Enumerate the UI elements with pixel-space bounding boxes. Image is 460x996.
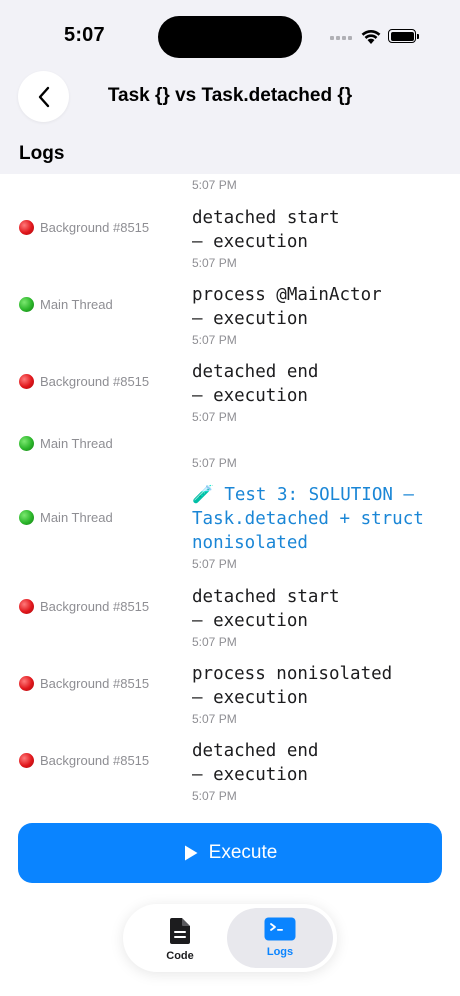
red-dot-icon — [19, 599, 34, 614]
log-message: process nonisolated — execution — [192, 664, 393, 708]
log-timestamp: 5:07 PM — [192, 410, 237, 424]
red-dot-icon — [19, 220, 34, 235]
red-dot-icon — [19, 753, 34, 768]
wifi-icon — [361, 29, 381, 44]
log-message: detached end — execution — [192, 741, 319, 785]
log-thread: Background #8515 — [19, 220, 149, 235]
log-timestamp: 5:07 PM — [192, 333, 237, 347]
tab-logs[interactable]: Logs — [227, 908, 333, 968]
log-timestamp: 5:07 PM — [192, 557, 237, 571]
status-time: 5:07 — [64, 24, 105, 46]
log-thread-label: Main Thread — [40, 436, 113, 451]
execute-button-label: Execute — [208, 842, 278, 863]
log-thread: Background #8515 — [19, 599, 149, 614]
play-icon — [184, 845, 198, 861]
back-button[interactable] — [18, 71, 69, 122]
log-thread-label: Main Thread — [40, 297, 113, 312]
page-title: Task {} vs Task.detached {} — [107, 85, 353, 106]
status-bar: 5:07 — [0, 0, 460, 70]
log-thread: Background #8515 — [19, 753, 149, 768]
tab-code-label: Code — [166, 950, 194, 962]
log-timestamp: 5:07 PM — [192, 178, 237, 192]
log-timestamp: 5:07 PM — [192, 456, 237, 470]
green-dot-icon — [19, 436, 34, 451]
log-timestamp: 5:07 PM — [192, 635, 237, 649]
log-message: 🧪 Test 3: SOLUTION — Task.detached + str… — [192, 485, 435, 553]
cellular-signal-icon — [330, 36, 352, 40]
log-timestamp: 5:07 PM — [192, 256, 237, 270]
log-thread: Main Thread — [19, 436, 113, 451]
log-thread: Main Thread — [19, 510, 113, 525]
log-timestamp: 5:07 PM — [192, 789, 237, 803]
log-message: detached start — execution — [192, 587, 340, 631]
log-list[interactable]: 5:07 PM Background #8515 detached start … — [0, 174, 460, 806]
log-thread-label: Background #8515 — [40, 753, 150, 768]
log-thread-label: Background #8515 — [40, 374, 150, 389]
green-dot-icon — [19, 297, 34, 312]
log-thread-label: Background #8515 — [40, 220, 150, 235]
log-thread-label: Background #8515 — [40, 676, 150, 691]
header-area: 5:07 Task {} vs Task.detached {} Logs — [0, 0, 460, 174]
log-thread-label: Main Thread — [40, 510, 113, 525]
document-icon — [170, 918, 190, 944]
red-dot-icon — [19, 374, 34, 389]
log-timestamp: 5:07 PM — [192, 712, 237, 726]
log-message: process @MainActor — execution — [192, 285, 382, 329]
execute-button[interactable]: Execute — [18, 823, 442, 883]
battery-icon — [388, 29, 419, 43]
tab-bar: Code Logs — [123, 904, 337, 972]
tab-code[interactable]: Code — [127, 908, 233, 968]
terminal-icon — [264, 917, 296, 941]
tab-logs-label: Logs — [266, 946, 294, 958]
red-dot-icon — [19, 676, 34, 691]
log-message: detached start — execution — [192, 208, 340, 252]
log-thread: Background #8515 — [19, 676, 149, 691]
log-thread: Background #8515 — [19, 374, 149, 389]
dynamic-island — [158, 16, 302, 58]
log-message: detached end — execution — [192, 362, 319, 406]
green-dot-icon — [19, 510, 34, 525]
section-title: Logs — [19, 143, 65, 164]
log-thread-label: Background #8515 — [40, 599, 150, 614]
log-thread: Main Thread — [19, 297, 113, 312]
chevron-left-icon — [38, 86, 49, 107]
